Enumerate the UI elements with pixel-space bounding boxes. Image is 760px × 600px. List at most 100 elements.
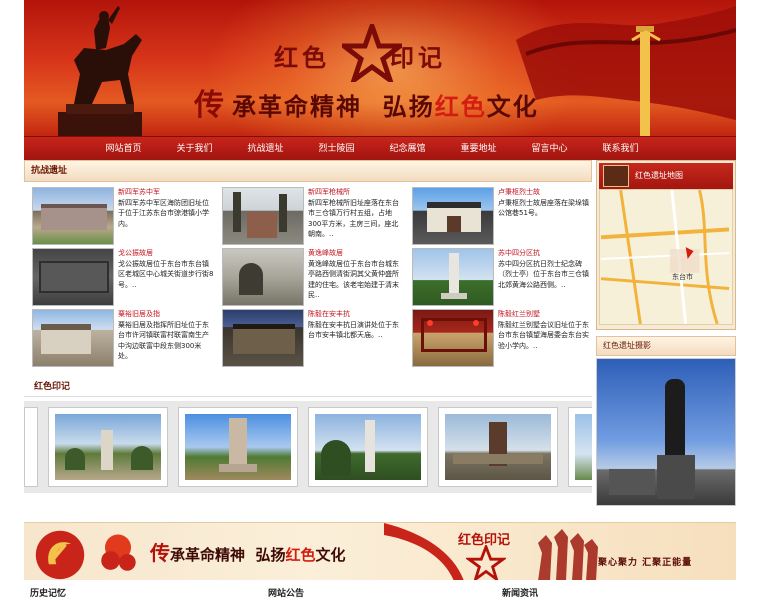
site-thumbnail[interactable]: [222, 187, 304, 245]
carousel-photo[interactable]: [178, 407, 298, 487]
site-card[interactable]: 卢秉枢烈士故 卢秉枢烈士故居座落在梁垛镇公馆巷51号。: [412, 187, 596, 245]
hammer-sickle-icon: [35, 530, 85, 580]
site-thumbnail[interactable]: [412, 187, 494, 245]
site-desc: 陈毅红兰别墅会议旧址位于东台市东台镇望海居委会东台实验小学内。..: [498, 320, 589, 350]
banner-slogan: 传承革命精神 弘扬红色文化: [194, 80, 539, 124]
equestrian-statue-icon: [58, 6, 142, 136]
war-sites-grid: 新四军苏中军 新四军苏中军区海防团旧址位于位于江苏东台市弶港镇小学内。 新四军枪…: [24, 182, 592, 367]
site-text: 新四军枪械所 新四军枪械所旧址座落在东台市三仓镇万行村五组，占地300平方米，主…: [304, 187, 404, 245]
page: 红色 印记 传承革命精神 弘扬红色文化 网站首页 关于我们 抗战遗址 烈士陵园 纪…: [24, 0, 736, 599]
carousel-photo[interactable]: [24, 407, 38, 487]
bottom-slogan-chuan: 传: [150, 541, 170, 565]
footer-notice-heading[interactable]: 网站公告: [268, 586, 304, 599]
site-desc: 苏中四分区抗日烈士纪念碑（烈士亭）位于东台市三仓镇北郊黄海公路西侧。..: [498, 259, 589, 289]
site-desc: 戈公振故居位于东台市东台镇区老城区中心城关街道步行街8号。..: [118, 259, 214, 289]
site-card[interactable]: 苏中四分区抗 苏中四分区抗日烈士纪念碑（烈士亭）位于东台市三仓镇北郊黄海公路西侧…: [412, 248, 596, 306]
map-city-label: 东台市: [672, 273, 693, 281]
slogan-chuan: 传: [194, 88, 226, 123]
carousel-photo[interactable]: [308, 407, 428, 487]
statue-avatar-icon: [603, 165, 629, 187]
map-roads-icon: [600, 190, 730, 324]
site-card[interactable]: 戈公振故居 戈公振故居位于东台市东台镇区老城区中心城关街道步行街8号。..: [32, 248, 216, 306]
map-heading: 红色遗址地图: [599, 163, 733, 189]
flag-and-pillar-icon: [516, 6, 736, 136]
memorial-building: [609, 469, 655, 495]
photo-heading: 红色遗址摄影: [596, 336, 736, 356]
bottom-slogan-hot: 红色: [285, 546, 316, 564]
slogan-hot: 红色: [434, 92, 487, 121]
bottom-slogan: 传承革命精神 弘扬红色文化: [150, 537, 346, 566]
section-war-sites-heading: 抗战遗址: [24, 160, 592, 182]
monument-base: [657, 455, 695, 499]
site-desc: 黄逸峰故居位于东台市台城东亭路西侧清街洞其父黄仲盛所建的住宅。该老宅始建于清末民…: [308, 259, 399, 300]
site-title[interactable]: 粟裕旧居及指: [118, 309, 214, 320]
site-card[interactable]: 粟裕旧居及指 粟裕旧居及指挥所旧址位于东台市许河镇联富村联富南生产中沟边联富中段…: [32, 309, 216, 367]
soldiers-silhouette-icon: [538, 529, 598, 580]
nav-martyr-cemetery[interactable]: 烈士陵园: [301, 137, 372, 160]
bottom-slogan-c: 文化: [315, 546, 346, 564]
site-text: 苏中四分区抗 苏中四分区抗日烈士纪念碑（烈士亭）位于东台市三仓镇北郊黄海公路西侧…: [494, 248, 594, 306]
site-thumbnail[interactable]: [222, 248, 304, 306]
nav-memorial-hall[interactable]: 纪念展馆: [372, 137, 443, 160]
site-title: 红色 印记: [274, 38, 446, 73]
carousel-photo[interactable]: [568, 407, 592, 487]
map-panel: 红色遗址地图 东台市: [596, 160, 736, 330]
site-card[interactable]: 陈毅在安丰抗 陈毅在安丰抗日演讲处位于东台市安丰镇北都天庙。..: [222, 309, 406, 367]
section-imprint-heading: 红色印记: [24, 379, 592, 397]
site-card[interactable]: 新四军苏中军 新四军苏中军区海防团旧址位于位于江苏东台市弶港镇小学内。: [32, 187, 216, 245]
footer-history-heading[interactable]: 历史记忆: [30, 586, 66, 599]
carousel-photo[interactable]: [438, 407, 558, 487]
title-right: 印记: [390, 43, 446, 72]
nav-home[interactable]: 网站首页: [88, 137, 159, 160]
main-nav: 网站首页 关于我们 抗战遗址 烈士陵园 纪念展馆 重要地址 留言中心 联系我们: [24, 136, 736, 160]
site-thumbnail[interactable]: [412, 309, 494, 367]
carousel-photo[interactable]: [48, 407, 168, 487]
site-title[interactable]: 陈毅在安丰抗: [308, 309, 404, 320]
nav-contact[interactable]: 联系我们: [585, 137, 656, 160]
site-title[interactable]: 陈毅红兰别墅: [498, 309, 594, 320]
nav-message[interactable]: 留言中心: [514, 137, 585, 160]
site-desc: 新四军苏中军区海防团旧址位于位于江苏东台市弶港镇小学内。: [118, 198, 209, 228]
red-swoosh-icon: [384, 523, 464, 580]
site-title[interactable]: 新四军苏中军: [118, 187, 214, 198]
nav-war-sites[interactable]: 抗战遗址: [230, 137, 301, 160]
main-content: 抗战遗址 新四军苏中军 新四军苏中军区海防团旧址位于位于江苏东台市弶港镇小学内。: [24, 160, 592, 493]
site-title[interactable]: 苏中四分区抗: [498, 248, 594, 259]
header-banner: 红色 印记 传承革命精神 弘扬红色文化: [24, 0, 736, 136]
site-thumbnail[interactable]: [412, 248, 494, 306]
map-heading-text: 红色遗址地图: [635, 171, 683, 180]
site-thumbnail[interactable]: [32, 309, 114, 367]
slogan-b: 弘扬: [382, 92, 435, 121]
site-thumbnail[interactable]: [32, 248, 114, 306]
sidebar: 红色遗址地图 东台市 红色遗址摄影: [596, 160, 736, 506]
site-desc: 新四军枪械所旧址座落在东台市三仓镇万行村五组，占地300平方米，主房三间，座北朝…: [308, 198, 399, 239]
site-title[interactable]: 卢秉枢烈士故: [498, 187, 594, 198]
bottom-motto: 聚心聚力 汇聚正能量: [598, 558, 693, 568]
site-desc: 粟裕旧居及指挥所旧址位于东台市许河镇联富村联富南生产中沟边联富中段东侧300米处…: [118, 320, 209, 361]
nav-about[interactable]: 关于我们: [159, 137, 230, 160]
site-card[interactable]: 新四军枪械所 新四军枪械所旧址座落在东台市三仓镇万行村五组，占地300平方米，主…: [222, 187, 406, 245]
site-thumbnail[interactable]: [222, 309, 304, 367]
site-text: 新四军苏中军 新四军苏中军区海防团旧址位于位于江苏东台市弶港镇小学内。: [114, 187, 214, 245]
site-text: 陈毅红兰别墅 陈毅红兰别墅会议旧址位于东台市东台镇望海居委会东台实验小学内。..: [494, 309, 594, 367]
site-desc: 陈毅在安丰抗日演讲处位于东台市安丰镇北都天庙。..: [308, 320, 399, 340]
site-card[interactable]: 陈毅红兰别墅 陈毅红兰别墅会议旧址位于东台市东台镇望海居委会东台实验小学内。..: [412, 309, 596, 367]
site-title[interactable]: 戈公振故居: [118, 248, 214, 259]
star-outline-icon: [466, 545, 506, 580]
featured-photo[interactable]: [596, 358, 736, 506]
site-title[interactable]: 新四军枪械所: [308, 187, 404, 198]
nav-important-sites[interactable]: 重要地址: [443, 137, 514, 160]
slogan-a: 承革命精神: [232, 92, 362, 121]
site-text: 戈公振故居 戈公振故居位于东台市东台镇区老城区中心城关街道步行街8号。..: [114, 248, 214, 306]
site-text: 粟裕旧居及指 粟裕旧居及指挥所旧址位于东台市许河镇联富村联富南生产中沟边联富中段…: [114, 309, 214, 367]
site-map[interactable]: 东台市: [599, 189, 733, 325]
title-left: 红色: [274, 43, 330, 72]
bottom-slogan-b: 弘扬: [255, 546, 286, 564]
bottom-banner: 传承革命精神 弘扬红色文化 红色印记 聚心聚力 汇聚正能量: [24, 522, 736, 580]
site-thumbnail[interactable]: [32, 187, 114, 245]
footer-news-heading[interactable]: 新闻资讯: [502, 586, 538, 599]
flower-icon: [101, 534, 136, 571]
site-card[interactable]: 黄逸峰故居 黄逸峰故居位于东台市台城东亭路西侧清街洞其父黄仲盛所建的住宅。该老宅…: [222, 248, 406, 306]
site-title[interactable]: 黄逸峰故居: [308, 248, 404, 259]
site-text: 卢秉枢烈士故 卢秉枢烈士故居座落在梁垛镇公馆巷51号。: [494, 187, 594, 245]
